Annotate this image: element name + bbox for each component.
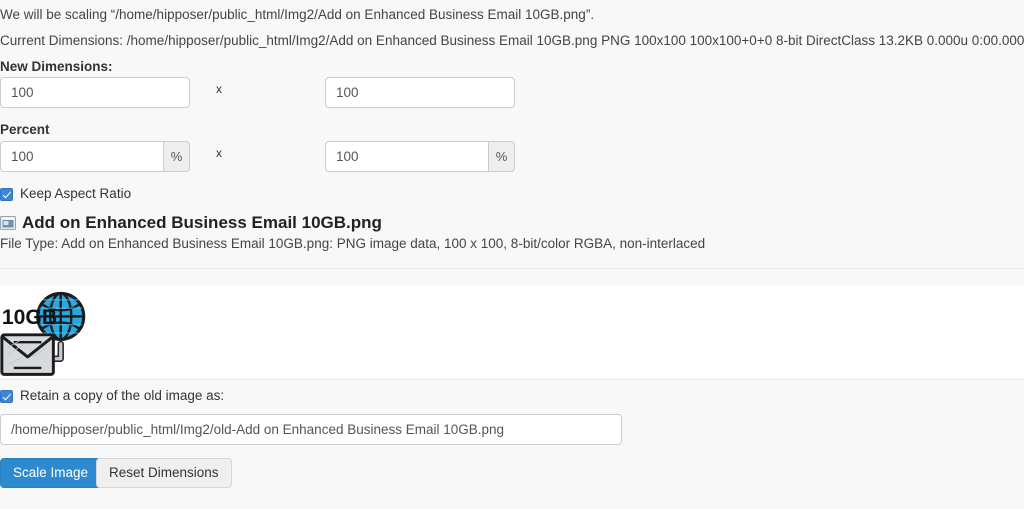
percent-height-addon: % <box>488 141 515 172</box>
preview-bottom-divider <box>0 379 1024 380</box>
old-image-path-input[interactable] <box>0 414 622 445</box>
percent-width-input[interactable] <box>0 141 164 172</box>
new-height-input[interactable] <box>325 77 515 108</box>
file-heading: Add on Enhanced Business Email 10GB.png <box>0 213 382 233</box>
percent-height-input[interactable] <box>325 141 489 172</box>
preview-badge-text: 10GB <box>2 306 57 329</box>
scale-image-page: We will be scaling “/home/hipposer/publi… <box>0 0 1024 509</box>
retain-copy-label: Retain a copy of the old image as: <box>20 388 225 403</box>
scale-image-button[interactable]: Scale Image <box>0 458 102 488</box>
current-dimensions-text: Current Dimensions: /home/hipposer/publi… <box>0 33 1024 48</box>
reset-dimensions-button[interactable]: Reset Dimensions <box>96 458 232 488</box>
file-type-text: File Type: Add on Enhanced Business Emai… <box>0 236 706 251</box>
percent-width-group: % <box>0 141 190 172</box>
percent-label: Percent <box>0 122 50 137</box>
percent-width-addon: % <box>163 141 190 172</box>
keep-aspect-ratio-checkbox[interactable] <box>0 187 13 201</box>
new-dimensions-label: New Dimensions: <box>0 59 113 74</box>
image-preview: 10GB <box>0 291 86 376</box>
retain-copy-checkbox[interactable] <box>0 389 13 403</box>
preview-top-divider <box>0 268 1024 269</box>
percent-height-group: % <box>325 141 515 172</box>
new-width-input[interactable] <box>0 77 190 108</box>
keep-aspect-ratio-row[interactable]: Keep Aspect Ratio <box>0 186 131 202</box>
retain-copy-row[interactable]: Retain a copy of the old image as: <box>0 388 224 404</box>
image-file-icon <box>0 216 16 230</box>
file-name-text: Add on Enhanced Business Email 10GB.png <box>22 213 382 232</box>
keep-aspect-ratio-label: Keep Aspect Ratio <box>20 186 132 201</box>
percent-separator: x <box>216 146 222 160</box>
preview-band <box>0 285 1024 378</box>
scaling-notice-text: We will be scaling “/home/hipposer/publi… <box>0 7 595 22</box>
dimensions-separator: x <box>216 82 222 96</box>
